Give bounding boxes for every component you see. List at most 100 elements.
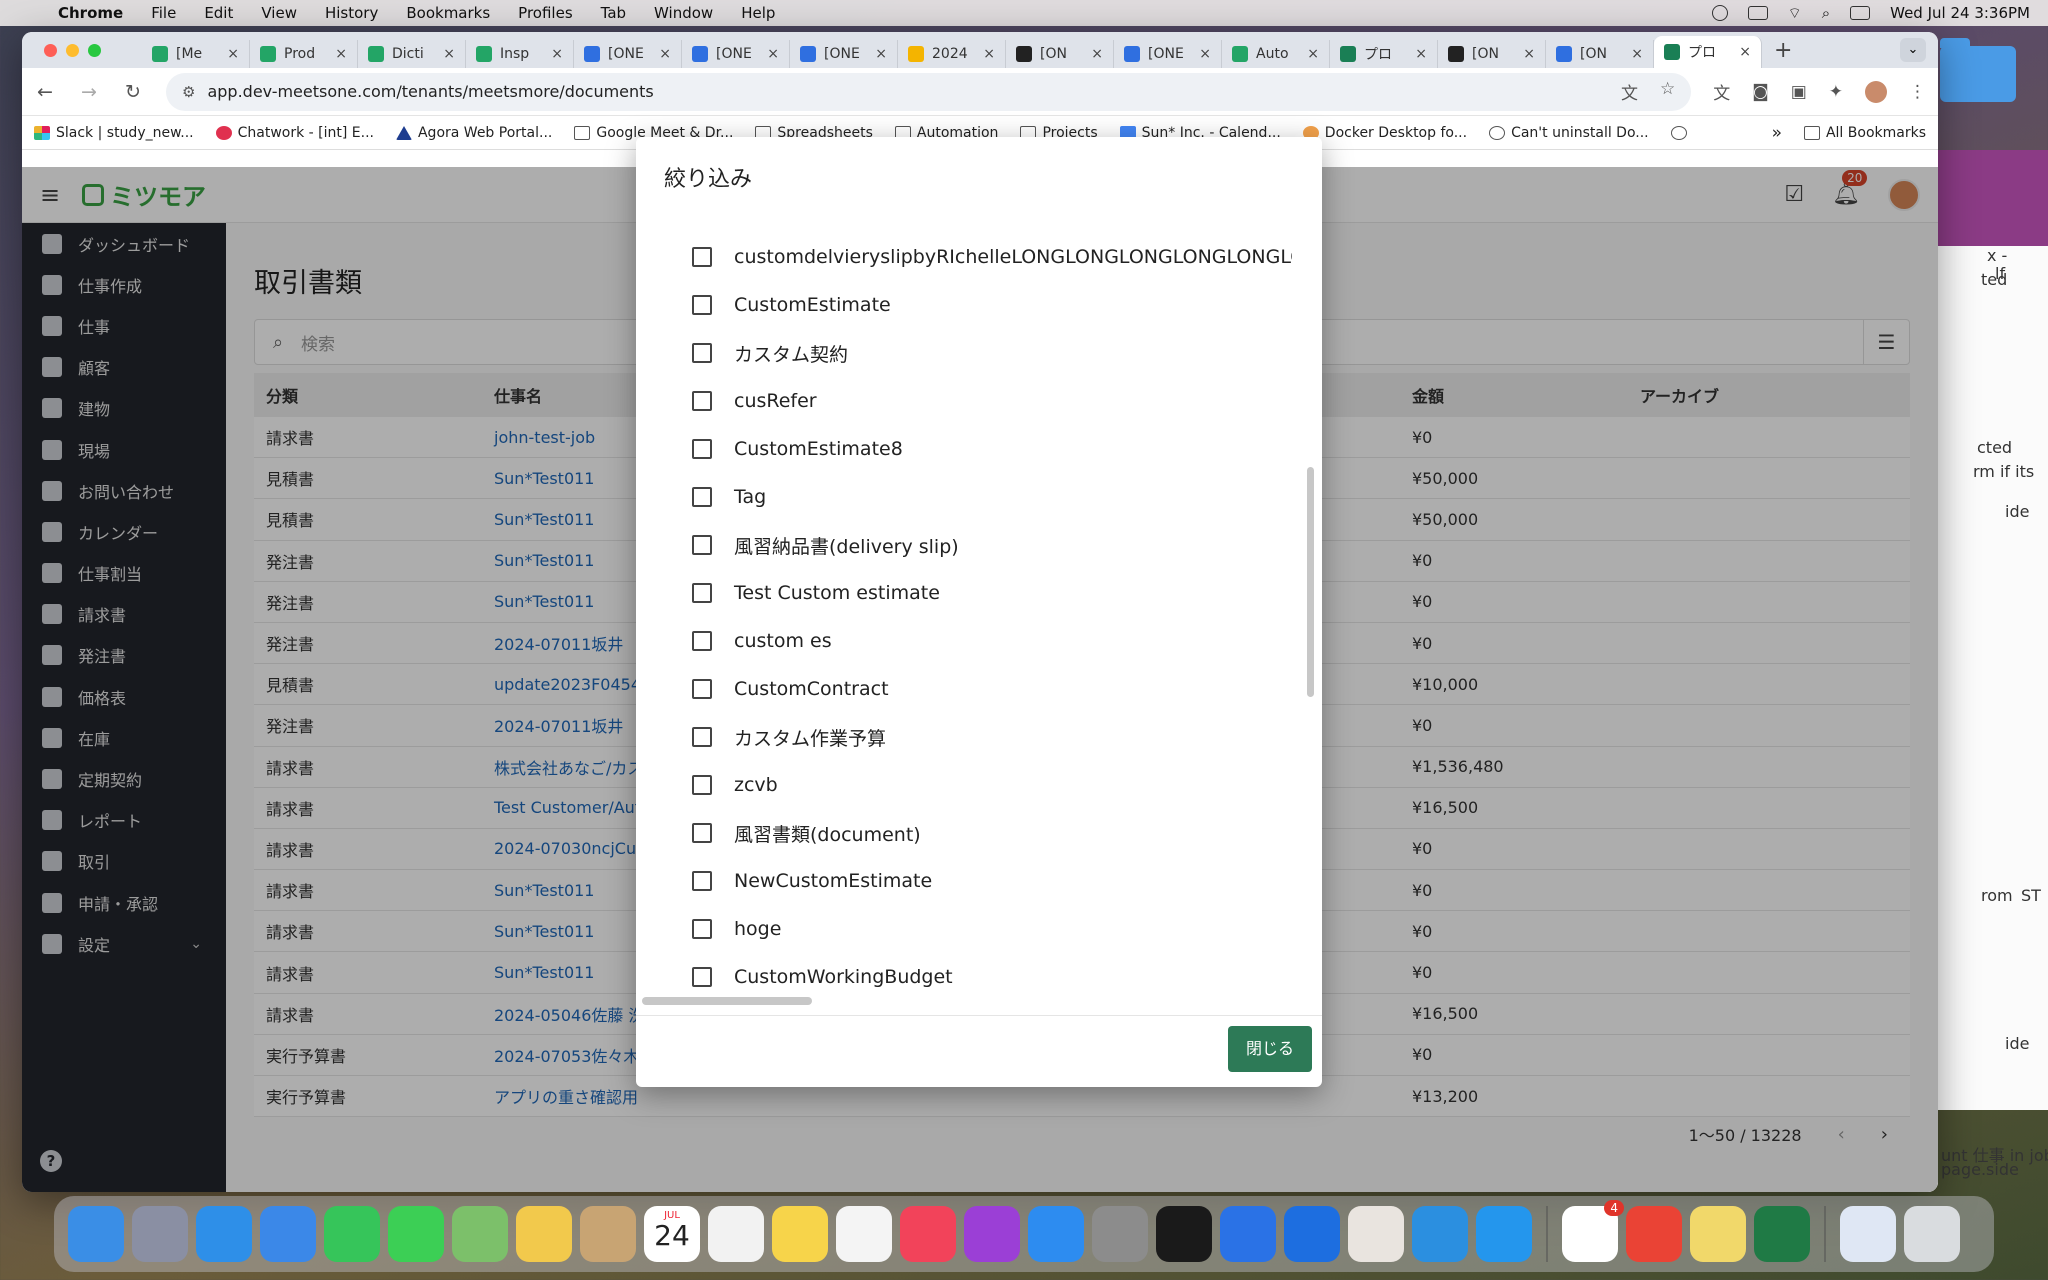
camera-extension-icon[interactable]: ◙ [1752,82,1769,102]
filter-option[interactable]: zcvb [692,765,1292,805]
contacts-icon[interactable] [580,1206,636,1262]
browser-tab[interactable]: プロ × [1654,36,1762,68]
checkbox[interactable] [692,487,712,507]
menu-item-view[interactable]: View [261,4,297,22]
google-translate-extension-icon[interactable]: 文 [1713,79,1730,104]
tab-close-icon[interactable]: × [1739,44,1751,60]
bookmark-item[interactable]: Chatwork - [int] E... [215,125,374,141]
checkbox[interactable] [692,631,712,651]
menu-clock[interactable]: Wed Jul 24 3:36PM [1890,4,2030,22]
checkbox[interactable] [692,871,712,891]
filter-option[interactable]: NewCustomEstimate [692,861,1292,901]
stickies-icon[interactable] [1690,1206,1746,1262]
site-info-icon[interactable]: ⚙ [182,83,195,101]
docker-icon[interactable] [1476,1206,1532,1262]
checkbox[interactable] [692,919,712,939]
screen-time-icon[interactable] [1711,5,1728,21]
facetime-icon[interactable] [324,1206,380,1262]
browser-tab[interactable]: [ON × [1006,40,1114,68]
notes-icon[interactable] [772,1206,828,1262]
filter-option[interactable]: hoge [692,909,1292,949]
mail-icon[interactable] [260,1206,316,1262]
browser-tab[interactable]: Dicti × [358,40,466,68]
browser-tab[interactable]: [Me × [142,40,250,68]
checkbox[interactable] [692,343,712,363]
checkbox[interactable] [692,583,712,603]
menu-item-file[interactable]: File [151,4,176,22]
browser-tab[interactable]: [ON × [1546,40,1654,68]
tab-close-icon[interactable]: × [1199,46,1211,62]
bookmark-globe[interactable] [1670,125,1687,140]
filter-option[interactable]: Tag [692,477,1292,517]
podcasts-icon[interactable] [964,1206,1020,1262]
zoom-window-button[interactable] [88,43,101,57]
reminders-icon[interactable] [708,1206,764,1262]
bookmark-item[interactable]: Agora Web Portal... [395,125,552,141]
photos-icon[interactable] [516,1206,572,1262]
back-button[interactable]: ← [34,81,56,103]
filter-option[interactable]: custom es [692,621,1292,661]
system-settings-icon[interactable] [1092,1206,1148,1262]
vscode-icon[interactable] [1412,1206,1468,1262]
filter-option[interactable]: CustomEstimate8 [692,429,1292,469]
tab-close-icon[interactable]: × [659,46,671,62]
browser-tab[interactable]: Prod × [250,40,358,68]
tab-close-icon[interactable]: × [335,46,347,62]
all-bookmarks[interactable]: All Bookmarks [1803,125,1926,141]
tab-close-icon[interactable]: × [767,46,779,62]
bookmark-item[interactable]: Slack | study_new... [34,125,194,141]
profile-avatar[interactable] [1865,80,1887,103]
slack-icon[interactable]: 4 [1562,1200,1624,1262]
tab-close-icon[interactable]: × [227,46,239,62]
filter-option[interactable]: Test Custom estimate [692,573,1292,613]
menu-item-history[interactable]: History [325,4,378,22]
excel-icon[interactable] [1754,1206,1810,1262]
checkbox[interactable] [692,247,712,267]
preview-icon[interactable] [1840,1206,1896,1262]
tab-search-button[interactable]: ⌄ [1900,38,1926,62]
close-button[interactable]: 閉じる [1228,1026,1312,1072]
tab-close-icon[interactable]: × [551,46,563,62]
bookmark-item[interactable]: Docker Desktop fo... [1302,125,1467,141]
checkbox[interactable] [692,439,712,459]
tab-close-icon[interactable]: × [983,46,995,62]
checkbox[interactable] [692,967,712,987]
menu-item-tab[interactable]: Tab [601,4,626,22]
close-window-button[interactable] [44,43,57,57]
wifi-icon[interactable]: ⌔ [1788,4,1802,23]
browser-tab[interactable]: Auto × [1222,40,1330,68]
maps-icon[interactable] [452,1206,508,1262]
checkbox[interactable] [692,391,712,411]
translate-icon[interactable]: 文 [1621,79,1638,104]
filter-option[interactable]: CustomContract [692,669,1292,709]
checkbox[interactable] [692,679,712,699]
minimize-window-button[interactable] [66,43,79,57]
tab-close-icon[interactable]: × [875,46,887,62]
extensions-icon[interactable]: ✦ [1829,82,1843,102]
instruments-icon[interactable] [1220,1206,1276,1262]
battery-icon[interactable] [1747,6,1768,20]
filter-option[interactable]: カスタム契約 [692,333,1292,373]
checkbox[interactable] [692,727,712,747]
menu-item-window[interactable]: Window [654,4,713,22]
selenium-extension-icon[interactable]: ▣ [1791,82,1807,102]
browser-tab[interactable]: 2024 × [898,40,1006,68]
browser-tab[interactable]: [ON × [1438,40,1546,68]
vertical-scrollbar[interactable] [1307,467,1314,697]
new-tab-button[interactable]: + [1774,38,1792,63]
sequel-ace-icon[interactable] [1348,1206,1404,1262]
filter-option[interactable]: CustomEstimate [692,285,1292,325]
browser-tab[interactable]: [ONE × [1114,40,1222,68]
xcode-icon[interactable] [1284,1206,1340,1262]
tab-close-icon[interactable]: × [1415,46,1427,62]
bookmark-item[interactable]: Can't uninstall Do... [1489,125,1649,141]
tab-close-icon[interactable]: × [1091,46,1103,62]
checkbox[interactable] [692,535,712,555]
filter-option[interactable]: 風習納品書(delivery slip) [692,525,1292,565]
tab-close-icon[interactable]: × [443,46,455,62]
chrome-icon[interactable] [1626,1206,1682,1262]
bookmarks-overflow-icon[interactable]: » [1772,123,1782,143]
launchpad-icon[interactable] [132,1206,188,1262]
filter-option[interactable]: 風習書類(document) [692,813,1292,853]
music-icon[interactable] [900,1206,956,1262]
